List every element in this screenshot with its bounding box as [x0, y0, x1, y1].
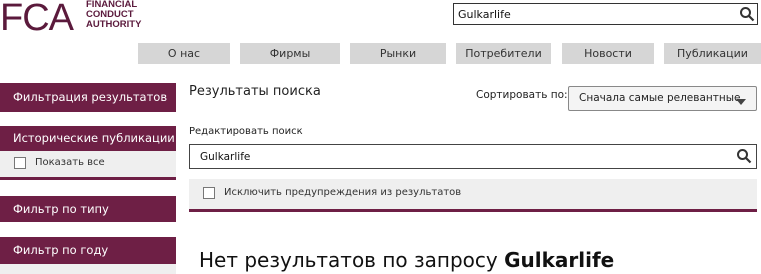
show-all-checkbox[interactable]: [14, 157, 26, 169]
fca-logo[interactable]: FCA FINANCIAL CONDUCT AUTHORITY: [0, 0, 150, 40]
year-filter-panel: [0, 264, 176, 274]
no-results-query: Gulkarlife: [504, 248, 615, 272]
logo-mark: FCA: [0, 0, 74, 39]
sort-select-value: Сначала самые релевантные: [579, 92, 741, 104]
header-search-input[interactable]: [458, 6, 728, 22]
search-icon[interactable]: [736, 148, 752, 164]
header-search: [453, 3, 758, 25]
divider: [189, 209, 757, 212]
show-all-label: Показать все: [35, 157, 105, 168]
nav-markets[interactable]: Рынки: [350, 43, 446, 64]
exclude-warnings-checkbox[interactable]: [203, 187, 215, 199]
nav-consumers[interactable]: Потребители: [456, 43, 551, 64]
nav-publications[interactable]: Публикации: [664, 43, 761, 64]
edit-search-label: Редактировать поиск: [189, 126, 303, 137]
exclude-warnings-panel: Исключить предупреждения из результатов: [189, 179, 757, 209]
sort-select[interactable]: Сначала самые релевантные: [568, 86, 757, 111]
nav-news[interactable]: Новости: [562, 43, 654, 64]
year-filter-header[interactable]: Фильтр по году: [0, 237, 176, 264]
exclude-warnings-label: Исключить предупреждения из результатов: [224, 187, 462, 198]
filter-results-header[interactable]: Фильтрация результатов: [0, 83, 176, 112]
doc-type-filter-header[interactable]: Фильтр по типу документа: [0, 196, 176, 242]
divider: [0, 177, 176, 180]
logo-line-3: AUTHORITY: [86, 19, 142, 30]
no-results-prefix: Нет результатов по запросу: [199, 248, 498, 272]
logo-text: FINANCIAL CONDUCT AUTHORITY: [86, 0, 141, 30]
page-title: Результаты поиска: [189, 84, 321, 99]
historical-publications-header[interactable]: Исторические публикации: [0, 126, 176, 151]
chevron-down-icon: [736, 96, 746, 108]
search-icon[interactable]: [739, 6, 755, 22]
no-results-message: Нет результатов по запросу Gulkarlife: [199, 248, 614, 272]
sort-label: Сортировать по:: [476, 89, 568, 101]
historical-filter-panel: Показать все: [0, 151, 176, 177]
nav-about[interactable]: О нас: [138, 43, 230, 64]
nav-firms[interactable]: Фирмы: [240, 43, 340, 64]
main-search: [189, 144, 757, 169]
main-search-input[interactable]: [200, 150, 700, 164]
